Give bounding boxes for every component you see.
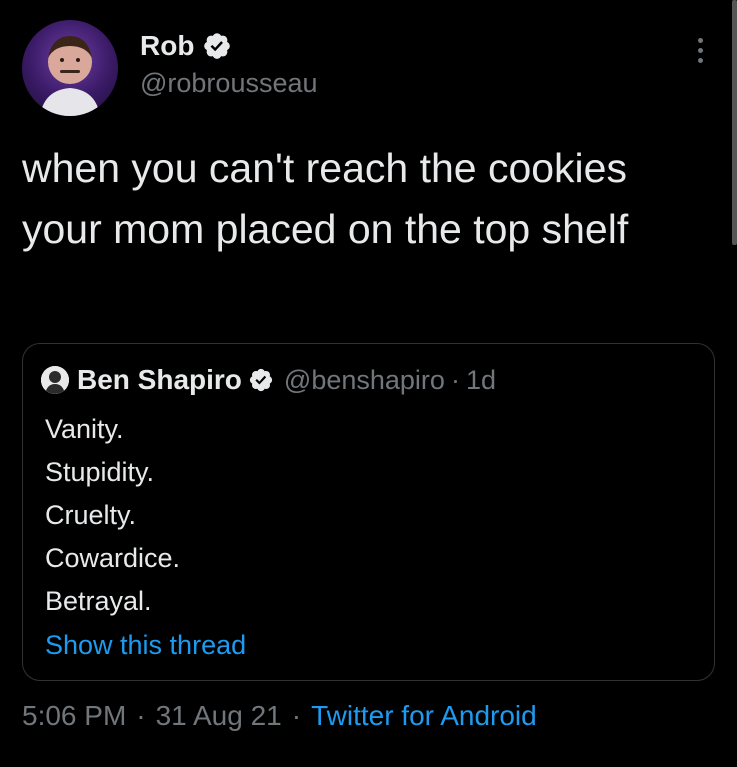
show-thread-link[interactable]: Show this thread [45,630,246,661]
quoted-author-handle: @benshapiro [283,364,445,395]
tweet-meta: 5:06 PM · 31 Aug 21 · Twitter for Androi… [22,700,537,732]
quoted-verified-badge-icon [248,367,274,393]
meta-separator: · [291,700,302,731]
quoted-tweet[interactable]: Ben Shapiro @benshapiro · 1d Vanity. Stu… [22,343,715,681]
quoted-author-name: Ben Shapiro [77,364,242,395]
tweet-source-link[interactable]: Twitter for Android [311,700,537,732]
quoted-line: Cruelty. [45,500,137,530]
quoted-tweet-text: Vanity. Stupidity. Cruelty. Cowardice. B… [45,408,180,623]
verified-badge-icon [202,31,232,61]
meta-separator: · [136,700,146,731]
scrollbar[interactable] [732,0,737,245]
tweet-date[interactable]: 31 Aug 21 [156,700,282,732]
author-display-name[interactable]: Rob [140,30,194,62]
tweet-time[interactable]: 5:06 PM [22,700,126,732]
more-options-icon[interactable] [686,32,714,68]
quoted-line: Betrayal. [45,586,152,616]
tweet-header: Rob @robrousseau [22,20,722,120]
quoted-timestamp: 1d [465,364,496,395]
quoted-line: Cowardice. [45,543,181,573]
quoted-separator: · [450,364,460,395]
author-info: Rob @robrousseau [140,28,318,99]
quoted-author-avatar [41,366,69,394]
quoted-tweet-header: Ben Shapiro @benshapiro · 1d [41,362,496,398]
author-avatar[interactable] [22,20,118,116]
author-handle[interactable]: @robrousseau [140,68,318,99]
quoted-line: Stupidity. [45,457,155,487]
tweet-text: when you can't reach the cookies your mo… [22,145,629,252]
quoted-line: Vanity. [45,414,124,444]
